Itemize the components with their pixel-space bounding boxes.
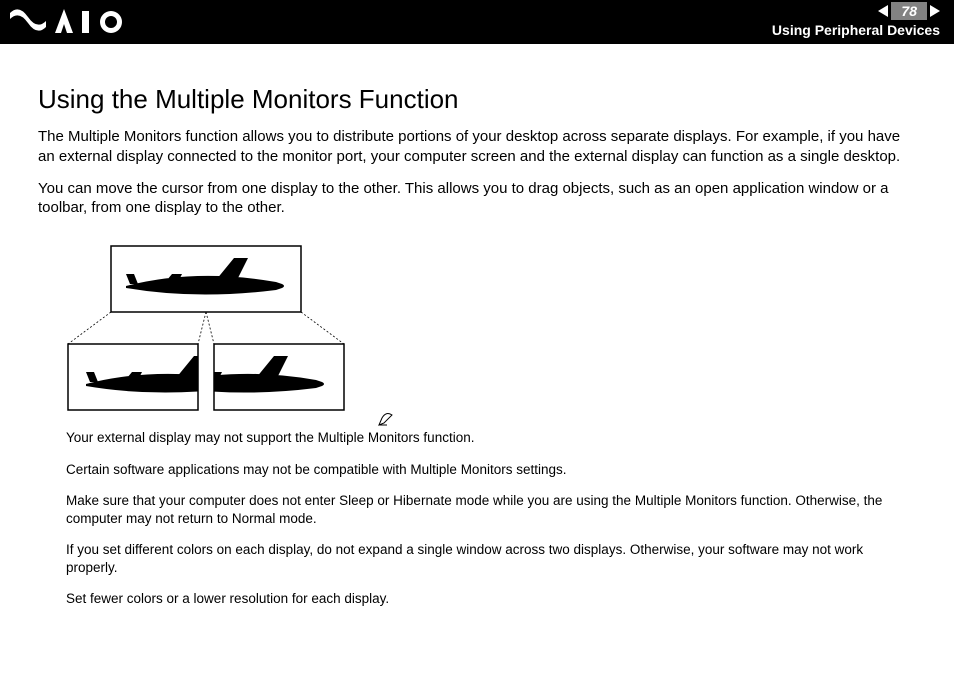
body-paragraph: The Multiple Monitors function allows yo…	[38, 127, 916, 167]
body-paragraph: You can move the cursor from one display…	[38, 179, 916, 219]
note-paragraph: Set fewer colors or a lower resolution f…	[66, 590, 916, 608]
section-title: Using Peripheral Devices	[772, 22, 940, 38]
page-number: 78	[891, 2, 927, 20]
note-paragraph: Certain software applications may not be…	[66, 461, 916, 479]
next-page-arrow-icon[interactable]	[930, 5, 940, 17]
multi-monitor-diagram	[66, 244, 346, 414]
note-paragraph: Make sure that your computer does not en…	[66, 492, 916, 527]
note-pencil-icon	[378, 412, 396, 426]
note-paragraph: If you set different colors on each disp…	[66, 541, 916, 576]
page-header: 78 Using Peripheral Devices	[0, 0, 954, 44]
note-paragraph: Your external display may not support th…	[66, 429, 916, 447]
page-content: Using the Multiple Monitors Function The…	[0, 44, 954, 632]
page-title: Using the Multiple Monitors Function	[38, 84, 916, 115]
vaio-logo	[10, 4, 140, 40]
page-navigation: 78	[878, 2, 940, 20]
prev-page-arrow-icon[interactable]	[878, 5, 888, 17]
